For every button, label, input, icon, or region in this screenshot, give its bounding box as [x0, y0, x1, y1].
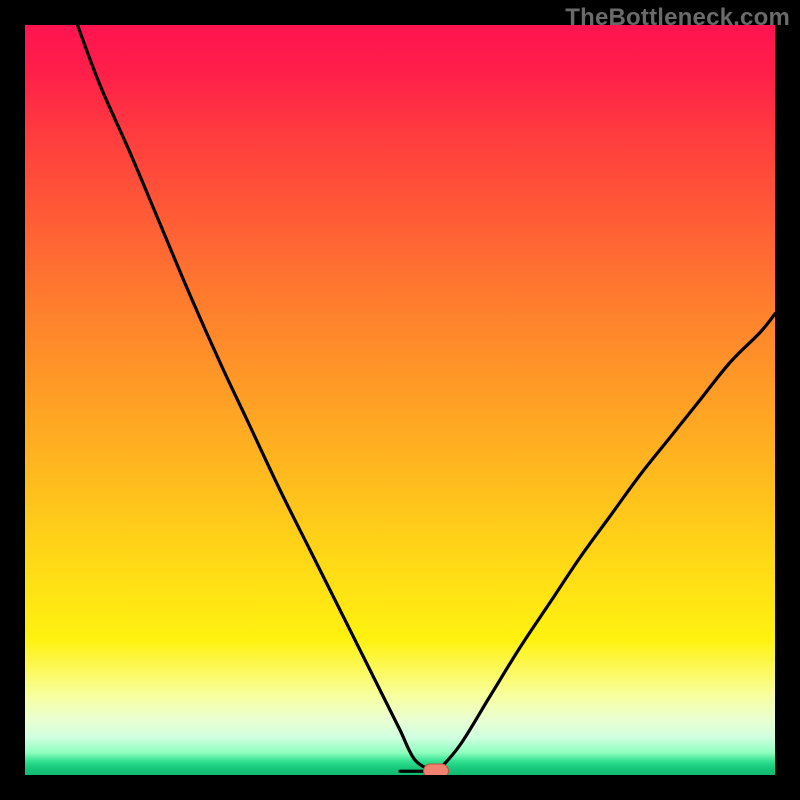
- left-curve-path: [78, 25, 434, 771]
- optimal-point-marker: [423, 764, 449, 775]
- plot-area: [25, 25, 775, 775]
- right-curve-path: [438, 314, 776, 772]
- chart-frame: TheBottleneck.com: [0, 0, 800, 800]
- watermark-text: TheBottleneck.com: [565, 4, 790, 32]
- bottleneck-curve: [25, 25, 775, 775]
